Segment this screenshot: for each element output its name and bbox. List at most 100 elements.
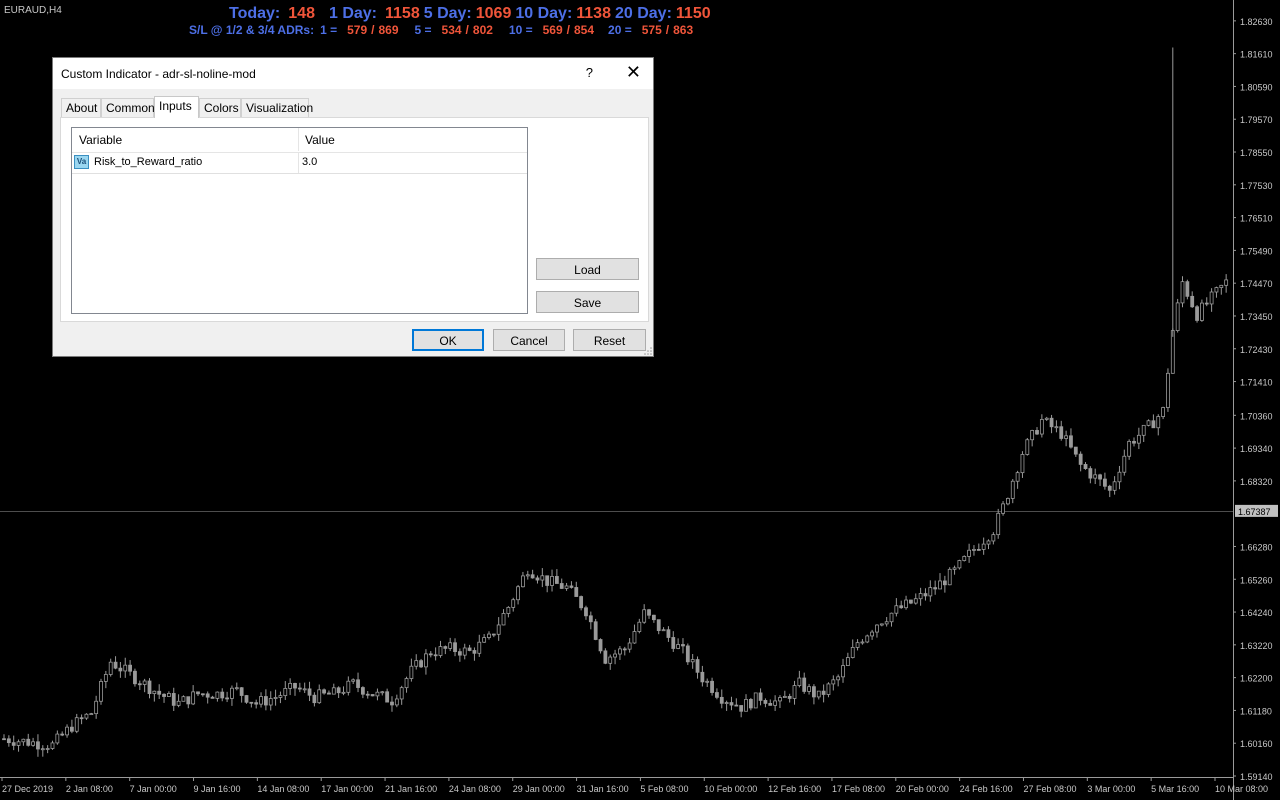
row2-segment: 869 <box>378 23 399 37</box>
candle-body <box>550 576 554 586</box>
tab-common[interactable]: Common <box>101 98 155 117</box>
candle-body <box>593 621 598 640</box>
row1-segment: 1 Day: <box>328 5 377 22</box>
tab-inputs[interactable]: Inputs <box>154 96 199 118</box>
candle-body <box>424 653 428 668</box>
ok-button[interactable]: OK <box>412 329 484 351</box>
candle-body <box>137 683 142 686</box>
reset-button[interactable]: Reset <box>573 329 646 351</box>
resize-grip-icon[interactable] <box>644 347 652 355</box>
candle-body <box>263 696 268 706</box>
row2-segment: 863 <box>673 23 694 37</box>
candle-body <box>1146 420 1151 426</box>
candle-body <box>933 587 938 590</box>
row1-segment: 10 Day: <box>515 5 573 22</box>
candle-body <box>1064 435 1069 439</box>
row1-segment: Today: <box>229 5 281 22</box>
price-tick-label: 1.65260 <box>1240 575 1273 585</box>
candle-body <box>94 700 99 715</box>
candle-body <box>1054 426 1059 429</box>
candle-body <box>123 664 128 672</box>
dialog-title: Custom Indicator - adr-sl-noline-mod <box>61 67 256 81</box>
save-button[interactable]: Save <box>536 291 639 313</box>
candle-body <box>128 664 132 672</box>
candle-body <box>79 717 84 720</box>
candle-body <box>1127 440 1132 457</box>
candle-body <box>181 696 186 702</box>
candle-body <box>807 686 811 692</box>
candle-body <box>690 659 695 663</box>
help-button[interactable]: ? <box>586 65 593 80</box>
candle-body <box>1170 330 1175 374</box>
candle-body <box>637 621 642 632</box>
variable-cell[interactable]: Risk_to_Reward_ratio <box>94 156 202 168</box>
grid-header: Variable Value <box>72 128 527 153</box>
row2-segment: S/L @ 1/2 & 3/4 ADRs: <box>189 23 315 37</box>
tab-about[interactable]: About <box>61 98 101 117</box>
candle-body <box>1103 478 1107 487</box>
time-tick-label: 17 Jan 00:00 <box>321 784 373 794</box>
table-row[interactable]: Va Risk_to_Reward_ratio 3.0 <box>72 153 527 174</box>
candle-body <box>157 690 162 695</box>
candle-body <box>588 615 593 623</box>
candle-body <box>186 696 191 705</box>
price-tick-label: 1.62200 <box>1240 674 1273 684</box>
candle-body <box>1073 446 1078 455</box>
close-button[interactable]: ✕ <box>626 62 641 82</box>
candle-body <box>957 560 962 569</box>
column-divider[interactable] <box>298 128 299 151</box>
row1-segment: 20 Day: <box>614 5 672 22</box>
candle-body <box>55 733 60 744</box>
price-tick-label: 1.75490 <box>1240 246 1273 256</box>
candle-body <box>831 679 836 685</box>
time-tick-label: 27 Feb 08:00 <box>1023 784 1076 794</box>
candle-body <box>1209 291 1214 305</box>
candle-body <box>564 585 569 589</box>
time-tick-label: 7 Jan 00:00 <box>130 784 177 794</box>
candle-body <box>632 631 637 644</box>
price-tick-label: 1.82630 <box>1240 17 1273 27</box>
candle-body <box>875 624 879 633</box>
candle-body <box>215 691 220 699</box>
cancel-button[interactable]: Cancel <box>493 329 565 351</box>
price-tick-label: 1.79570 <box>1240 115 1273 125</box>
price-tick-label: 1.63220 <box>1240 641 1273 651</box>
candle-body <box>385 691 390 703</box>
candle-body <box>36 741 40 750</box>
candle-body <box>1030 430 1035 441</box>
value-cell[interactable]: 3.0 <box>302 156 317 168</box>
candle-body <box>103 674 108 682</box>
cell-divider <box>298 153 299 173</box>
candle-body <box>1166 372 1170 408</box>
candle-body <box>613 653 617 658</box>
candle-body <box>661 629 666 632</box>
candle-body <box>1136 434 1141 444</box>
candle-body <box>1190 295 1195 308</box>
candle-body <box>942 580 947 586</box>
row2-segment: / <box>465 23 469 37</box>
load-button[interactable]: Load <box>536 258 639 280</box>
time-tick-label: 31 Jan 16:00 <box>577 784 629 794</box>
candle-body <box>705 680 710 683</box>
candle-body <box>976 549 981 551</box>
inputs-panel: Variable Value Va Risk_to_Reward_ratio 3… <box>60 117 649 322</box>
candle-body <box>627 642 632 650</box>
price-tick-label: 1.74470 <box>1240 279 1273 289</box>
candle-body <box>99 681 103 702</box>
candle-body <box>428 653 433 656</box>
candle-body <box>1035 430 1039 435</box>
column-value[interactable]: Value <box>305 133 335 147</box>
candle-body <box>16 741 21 746</box>
candle-body <box>1112 481 1117 491</box>
candle-body <box>462 647 467 656</box>
column-variable[interactable]: Variable <box>79 133 122 147</box>
tab-visualization[interactable]: Visualization <box>241 98 313 117</box>
candle-body <box>394 698 399 706</box>
tab-colors[interactable]: Colors <box>199 98 241 117</box>
candle-body <box>230 687 234 699</box>
row2-segment: 569 <box>542 23 563 37</box>
candle-body <box>879 623 884 626</box>
candle-body <box>642 609 647 623</box>
candle-body <box>21 738 26 743</box>
candle-body <box>375 691 380 697</box>
